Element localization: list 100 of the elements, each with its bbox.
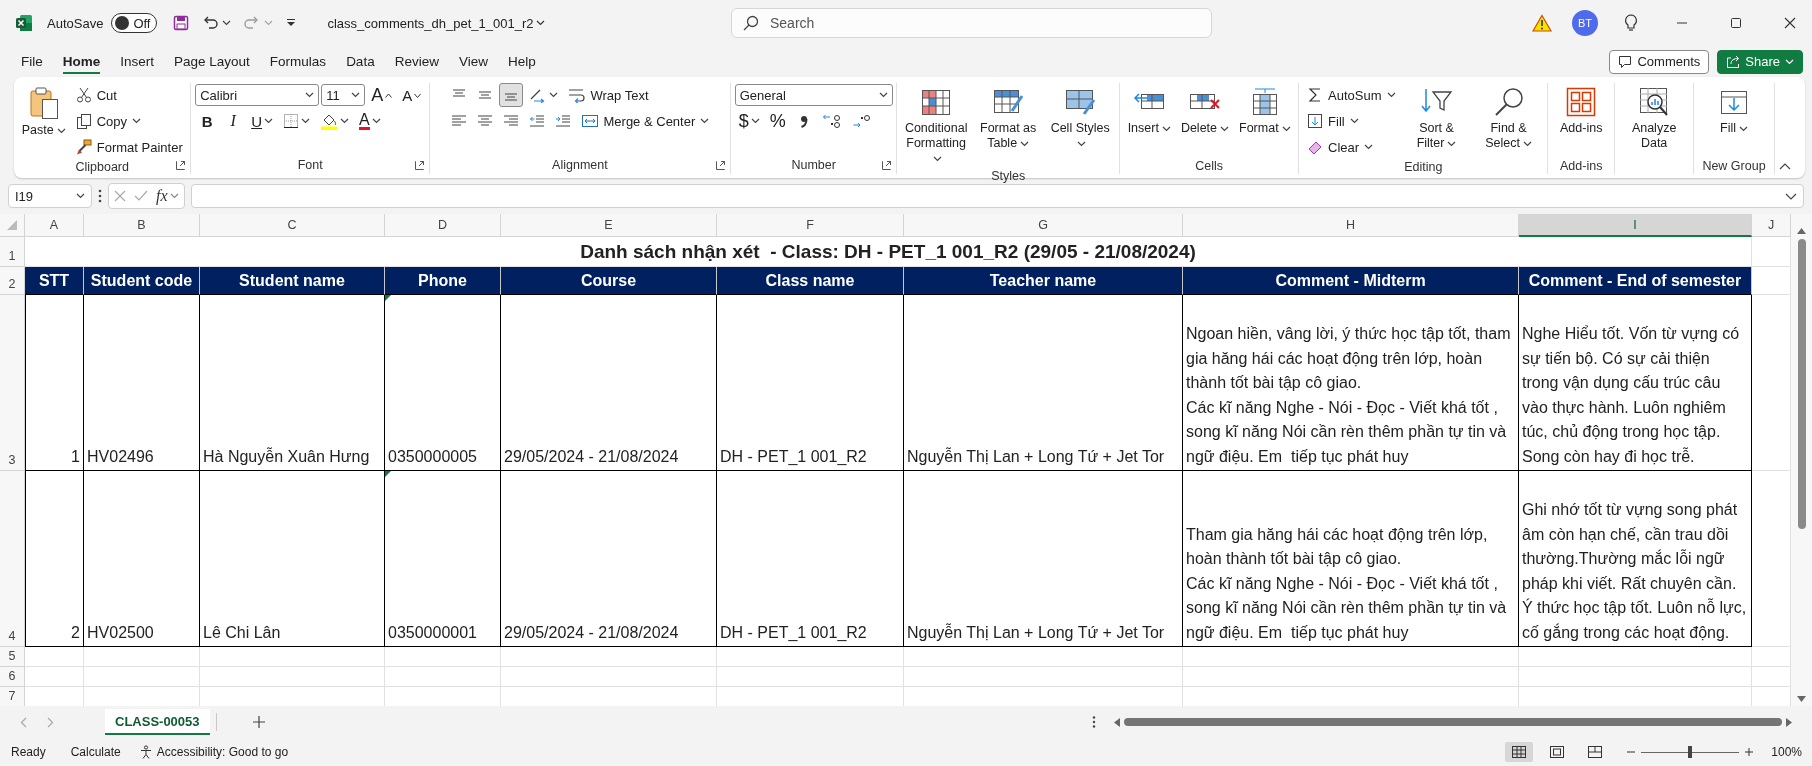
scrollbar-thumb[interactable] bbox=[1124, 718, 1782, 726]
column-header[interactable]: F bbox=[717, 214, 904, 237]
column-header[interactable]: A bbox=[25, 214, 84, 237]
share-button[interactable]: Share bbox=[1717, 49, 1803, 74]
ribbon-button[interactable]: Paste bbox=[17, 83, 70, 157]
toolbar-button[interactable]: U bbox=[247, 109, 277, 133]
close-button[interactable] bbox=[1782, 15, 1798, 31]
dropdown-field[interactable]: Calibri bbox=[195, 84, 320, 106]
dialog-launcher-icon[interactable] bbox=[414, 161, 424, 170]
file-name-button[interactable]: class_comments_dh_pet_1_001_r2 bbox=[325, 13, 548, 33]
row-header[interactable]: 7 bbox=[0, 687, 25, 706]
decrease-indent-icon bbox=[528, 114, 545, 128]
row-header[interactable]: 5 bbox=[0, 647, 25, 667]
toolbar-button[interactable]: A bbox=[355, 109, 385, 133]
ribbon-button[interactable]: Analyze Data bbox=[1619, 83, 1690, 157]
scrollbar-thumb[interactable] bbox=[1797, 239, 1806, 529]
menu-tab[interactable]: Formulas bbox=[259, 48, 337, 75]
sheet-tab[interactable]: CLASS-00053 bbox=[105, 709, 210, 735]
dropdown-field[interactable]: General bbox=[734, 84, 893, 106]
table-cell: 29/05/2024 - 21/08/2024 bbox=[501, 471, 717, 647]
column-header[interactable]: I bbox=[1519, 214, 1752, 237]
column-header[interactable]: C bbox=[200, 214, 385, 237]
ribbon-button[interactable]: Merge & Center bbox=[576, 109, 714, 133]
menu-tab[interactable]: View bbox=[448, 48, 498, 75]
column-header[interactable]: J bbox=[1752, 214, 1791, 237]
scissors-icon bbox=[75, 87, 92, 103]
ribbon-button[interactable]: Conditional Formatting bbox=[901, 83, 972, 169]
table-cell: Hà Nguyễn Xuân Hưng bbox=[200, 295, 385, 471]
comment-icon bbox=[1618, 55, 1633, 68]
table-cell: 29/05/2024 - 21/08/2024 bbox=[501, 295, 717, 471]
menu-tab[interactable]: Help bbox=[497, 48, 546, 75]
ribbon-button[interactable]: Find & Select bbox=[1473, 83, 1544, 157]
toolbar-button[interactable]: I bbox=[221, 109, 246, 133]
avatar[interactable]: BT bbox=[1572, 10, 1598, 36]
column-header[interactable]: D bbox=[385, 214, 501, 237]
scroll-left-icon bbox=[1114, 717, 1120, 727]
ribbon-button[interactable]: Insert bbox=[1123, 83, 1175, 157]
dropdown-field[interactable]: 11 bbox=[321, 84, 366, 106]
calculate-button[interactable]: Calculate bbox=[70, 745, 121, 759]
zoom-level[interactable]: 100% bbox=[1771, 745, 1802, 759]
ribbon-button[interactable]: Add-ins bbox=[1556, 83, 1607, 157]
toolbar-button[interactable]: A bbox=[398, 83, 426, 107]
ribbon-button[interactable]: Clear bbox=[1303, 135, 1378, 159]
check-icon bbox=[134, 190, 148, 202]
row-header[interactable]: 4 bbox=[0, 471, 25, 647]
row-header[interactable]: 1 bbox=[0, 237, 25, 267]
zoom-out-button[interactable] bbox=[1627, 748, 1636, 756]
ribbon-button[interactable]: Copy bbox=[71, 109, 146, 133]
slider-thumb[interactable] bbox=[1688, 746, 1693, 758]
ribbon-button[interactable]: Delete bbox=[1176, 83, 1234, 157]
ribbon-button[interactable]: Cut bbox=[71, 83, 121, 107]
name-box[interactable]: I19 bbox=[8, 184, 92, 208]
ribbon-button[interactable]: Wrap Text bbox=[563, 83, 653, 107]
table-cell: Nguyễn Thị Lan + Long Tứ + Jet Tor bbox=[904, 295, 1183, 471]
menu-tab[interactable]: File bbox=[11, 48, 53, 75]
toolbar-button[interactable]: $ bbox=[734, 109, 764, 133]
column-header[interactable]: G bbox=[904, 214, 1183, 237]
autosave-toggle[interactable]: Off bbox=[111, 13, 158, 33]
table-cell: HV02496 bbox=[84, 295, 200, 471]
zoom-slider[interactable] bbox=[1641, 746, 1740, 758]
toolbar-button[interactable]: % bbox=[765, 109, 790, 133]
dialog-launcher-icon[interactable] bbox=[715, 161, 725, 170]
wrap-text-icon bbox=[567, 87, 586, 103]
menu-tab[interactable]: Data bbox=[336, 48, 385, 75]
menu-tab[interactable]: Home bbox=[52, 48, 111, 75]
ribbon-button[interactable]: Format as Table bbox=[973, 83, 1044, 157]
ribbon-button[interactable]: Fill bbox=[1714, 83, 1754, 157]
row-header[interactable]: 3 bbox=[0, 295, 25, 471]
view-button[interactable] bbox=[1505, 742, 1534, 762]
lightbulb-button[interactable] bbox=[1622, 12, 1640, 34]
column-header[interactable]: E bbox=[501, 214, 717, 237]
menu-tab[interactable]: Review bbox=[384, 48, 449, 75]
ribbon-button[interactable]: Cell Styles bbox=[1045, 83, 1116, 157]
formula-field[interactable] bbox=[190, 184, 1804, 208]
table-cell: 0350000001 bbox=[385, 471, 501, 647]
search-field[interactable]: Search bbox=[731, 8, 1212, 38]
horizontal-scrollbar[interactable] bbox=[1114, 717, 1792, 727]
comments-button[interactable]: Comments bbox=[1609, 49, 1710, 74]
row-header[interactable]: 2 bbox=[0, 267, 25, 295]
maximize-button[interactable] bbox=[1728, 15, 1744, 31]
toolbar-button[interactable]: B bbox=[195, 109, 220, 133]
ribbon-button[interactable]: Format Painter bbox=[71, 135, 187, 159]
vertical-scrollbar[interactable] bbox=[1791, 214, 1812, 706]
zoom-in-button[interactable] bbox=[1745, 748, 1754, 756]
ribbon-button[interactable]: AutoSum bbox=[1303, 83, 1400, 107]
ribbon-button[interactable]: Sort & Filter bbox=[1401, 83, 1472, 157]
ribbon-button[interactable]: Format bbox=[1235, 83, 1295, 157]
row-header[interactable]: 6 bbox=[0, 667, 25, 687]
toolbar-button[interactable]: A bbox=[367, 83, 397, 107]
add-sheet-button[interactable] bbox=[252, 716, 265, 728]
header-cell: Comment - End of semester bbox=[1519, 267, 1752, 295]
column-header[interactable]: H bbox=[1183, 214, 1519, 237]
group-label: Add-ins bbox=[1560, 158, 1603, 173]
accessibility-status[interactable]: Accessibility: Good to go bbox=[156, 745, 289, 759]
menu-tab[interactable]: Page Layout bbox=[164, 48, 260, 75]
dialog-launcher-icon[interactable] bbox=[176, 161, 186, 170]
column-header[interactable]: B bbox=[84, 214, 200, 237]
dialog-launcher-icon[interactable] bbox=[882, 161, 892, 170]
menu-tab[interactable]: Insert bbox=[110, 48, 165, 75]
ribbon-button[interactable]: Fill bbox=[1303, 109, 1363, 133]
